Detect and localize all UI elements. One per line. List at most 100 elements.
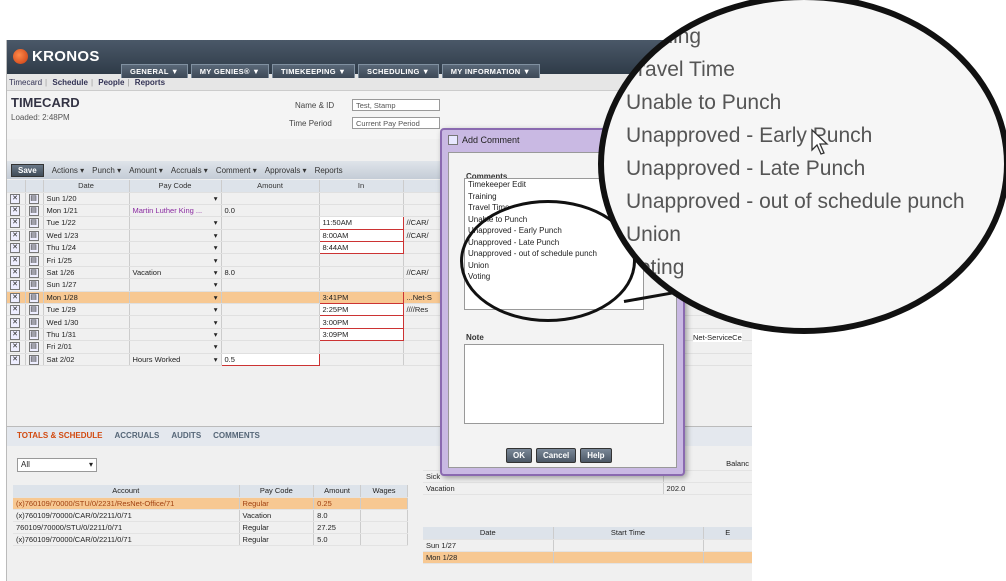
in-punch-cell[interactable] bbox=[319, 353, 404, 366]
insert-row-button[interactable]: ▤ bbox=[25, 216, 44, 230]
actions-menu[interactable]: Actions ▾ bbox=[52, 166, 84, 175]
amount-cell[interactable] bbox=[221, 229, 320, 243]
menu-scheduling[interactable]: SCHEDULING ▼ bbox=[358, 64, 439, 78]
in-punch-cell[interactable]: 3:09PM bbox=[318, 327, 404, 342]
tab-comments[interactable]: COMMENTS bbox=[213, 431, 260, 442]
in-punch-cell[interactable] bbox=[319, 278, 404, 292]
tab-timecard[interactable]: Timecard bbox=[9, 78, 42, 87]
insert-row-button[interactable]: ▤ bbox=[25, 278, 44, 292]
in-punch-cell[interactable]: 2:25PM bbox=[318, 302, 404, 317]
cancel-button[interactable]: Cancel bbox=[536, 448, 577, 463]
tab-accruals[interactable]: ACCRUALS bbox=[114, 431, 159, 442]
delete-row-button[interactable]: ✕ bbox=[7, 192, 26, 205]
comment-menu[interactable]: Comment ▾ bbox=[216, 166, 257, 175]
table-row[interactable]: (x)760109/70000/CAR/0/2211/0/71 Regular 5.… bbox=[13, 533, 408, 546]
pay-code-cell[interactable]: ▾ bbox=[129, 216, 222, 230]
pay-code-cell[interactable]: ▾ bbox=[129, 291, 222, 305]
delete-row-button[interactable]: ✕ bbox=[7, 303, 26, 317]
amount-cell[interactable] bbox=[221, 291, 320, 305]
in-punch-cell[interactable]: 11:50AM bbox=[318, 216, 404, 230]
time-period-select[interactable]: Current Pay Period bbox=[352, 117, 440, 129]
pay-code-cell[interactable]: ▾ bbox=[129, 278, 222, 292]
delete-row-button[interactable]: ✕ bbox=[7, 315, 26, 329]
amount-cell[interactable]: 0.0 bbox=[221, 204, 320, 218]
delete-row-button[interactable]: ✕ bbox=[7, 353, 26, 366]
delete-row-button[interactable]: ✕ bbox=[7, 278, 26, 292]
ok-button[interactable]: OK bbox=[506, 448, 532, 463]
insert-row-button[interactable]: ▤ bbox=[25, 241, 44, 255]
tab-schedule[interactable]: Schedule bbox=[52, 78, 88, 87]
delete-row-button[interactable]: ✕ bbox=[7, 216, 26, 230]
in-punch-cell[interactable] bbox=[319, 192, 404, 205]
menu-general[interactable]: GENERAL ▼ bbox=[121, 64, 188, 78]
amount-cell[interactable] bbox=[221, 340, 320, 354]
pay-code-cell[interactable]: ▾ bbox=[129, 315, 222, 329]
pay-code-cell[interactable]: ▾ bbox=[129, 253, 222, 267]
amount-menu[interactable]: Amount ▾ bbox=[129, 166, 163, 175]
amount-cell[interactable] bbox=[221, 328, 320, 342]
table-row[interactable]: (x)760109/70000/CAR/0/2211/0/71 Vacation 8… bbox=[13, 509, 408, 522]
pay-code-cell[interactable]: ▾ bbox=[129, 192, 222, 205]
in-punch-cell[interactable] bbox=[319, 266, 404, 280]
amount-cell[interactable] bbox=[221, 278, 320, 292]
help-button[interactable]: Help bbox=[580, 448, 612, 463]
name-id-field[interactable]: Test, Stamp bbox=[352, 99, 440, 111]
insert-row-button[interactable]: ▤ bbox=[25, 340, 44, 354]
amount-cell[interactable] bbox=[221, 253, 320, 267]
amount-cell[interactable] bbox=[221, 303, 320, 317]
pay-code-cell[interactable]: ▾ bbox=[129, 328, 222, 342]
delete-row-button[interactable]: ✕ bbox=[7, 229, 26, 243]
filter-select[interactable]: All ▾ bbox=[17, 458, 97, 472]
pay-code-cell[interactable]: ▾ bbox=[129, 303, 222, 317]
table-row[interactable]: 760109/70000/STU/0/2211/0/71 Regular 27.25 bbox=[13, 521, 408, 534]
menu-my-genies[interactable]: MY GENIES® ▼ bbox=[190, 64, 269, 78]
delete-row-button[interactable]: ✕ bbox=[7, 204, 26, 218]
insert-row-button[interactable]: ▤ bbox=[25, 204, 44, 218]
amount-cell[interactable] bbox=[221, 192, 320, 205]
sched-date[interactable]: Sun 1/27 bbox=[423, 539, 554, 552]
insert-row-button[interactable]: ▤ bbox=[25, 303, 44, 317]
delete-row-button[interactable]: ✕ bbox=[7, 291, 26, 305]
pay-code-cell[interactable]: Hours Worked ▾ bbox=[129, 353, 222, 366]
table-row[interactable]: (x)760109/70000/STU/0/2231/ResNet-Office… bbox=[13, 497, 408, 510]
insert-row-button[interactable]: ▤ bbox=[25, 253, 44, 267]
save-button[interactable]: Save bbox=[11, 163, 44, 177]
note-textarea[interactable] bbox=[464, 344, 664, 424]
delete-row-button[interactable]: ✕ bbox=[7, 266, 26, 280]
in-punch-cell[interactable]: 3:00PM bbox=[318, 315, 404, 329]
in-punch-cell[interactable]: 8:44AM bbox=[318, 241, 404, 255]
amount-cell[interactable] bbox=[221, 241, 320, 255]
accruals-menu[interactable]: Accruals ▾ bbox=[171, 166, 208, 175]
pay-code-cell[interactable]: ▾ bbox=[129, 340, 222, 354]
punch-menu[interactable]: Punch ▾ bbox=[92, 166, 121, 175]
insert-row-button[interactable]: ▤ bbox=[25, 192, 44, 205]
delete-row-button[interactable]: ✕ bbox=[7, 340, 26, 354]
sched-date[interactable]: Mon 1/28 bbox=[423, 551, 554, 564]
in-punch-cell[interactable]: 3:41PM bbox=[318, 290, 404, 305]
tab-audits[interactable]: AUDITS bbox=[171, 431, 201, 442]
menu-timekeeping[interactable]: TIMEKEEPING ▼ bbox=[271, 64, 356, 78]
amount-cell[interactable]: 8.0 bbox=[221, 266, 320, 280]
tab-people[interactable]: People bbox=[98, 78, 124, 87]
insert-row-button[interactable]: ▤ bbox=[25, 229, 44, 243]
amount-cell[interactable]: 0.5 bbox=[220, 352, 320, 366]
insert-row-button[interactable]: ▤ bbox=[25, 315, 44, 329]
insert-row-button[interactable]: ▤ bbox=[25, 353, 44, 366]
delete-row-button[interactable]: ✕ bbox=[7, 241, 26, 255]
reports-menu[interactable]: Reports bbox=[315, 166, 343, 175]
amount-cell[interactable] bbox=[221, 216, 320, 230]
tab-reports[interactable]: Reports bbox=[135, 78, 165, 87]
insert-row-button[interactable]: ▤ bbox=[25, 291, 44, 305]
delete-row-button[interactable]: ✕ bbox=[7, 328, 26, 342]
pay-code-cell[interactable]: Vacation ▾ bbox=[129, 266, 222, 280]
pay-code-cell[interactable]: ▾ bbox=[129, 229, 222, 243]
amount-cell[interactable] bbox=[221, 315, 320, 329]
delete-row-button[interactable]: ✕ bbox=[7, 253, 26, 267]
in-punch-cell[interactable]: 8:00AM bbox=[318, 228, 404, 243]
in-punch-cell[interactable] bbox=[319, 253, 404, 267]
pay-code-cell[interactable]: ▾ bbox=[129, 241, 222, 255]
in-punch-cell[interactable] bbox=[319, 204, 404, 218]
menu-my-information[interactable]: MY INFORMATION ▼ bbox=[441, 64, 540, 78]
approvals-menu[interactable]: Approvals ▾ bbox=[265, 166, 307, 175]
insert-row-button[interactable]: ▤ bbox=[25, 328, 44, 342]
